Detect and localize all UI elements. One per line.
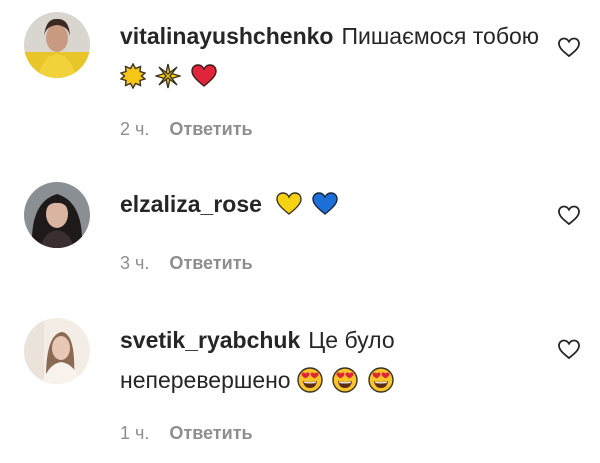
- heart-eyes-emoji: [368, 367, 394, 393]
- heart-eyes-emoji: [332, 367, 359, 393]
- comment-username[interactable]: elzaliza_rose: [120, 191, 262, 217]
- reply-button[interactable]: Ответить: [169, 253, 252, 273]
- comment-text: elzaliza_rose: [120, 184, 540, 224]
- sun-emoji: [120, 63, 146, 89]
- comment-time: 2 ч.: [120, 119, 150, 139]
- comment-time: 3 ч.: [120, 253, 150, 273]
- like-heart-icon[interactable]: [557, 36, 581, 58]
- comment-text: vitalinayushchenko Пишаємося тобою: [120, 16, 540, 96]
- avatar[interactable]: [24, 182, 90, 248]
- avatar[interactable]: [24, 12, 90, 78]
- comment-time: 1 ч.: [120, 423, 150, 443]
- blue-heart-emoji: [312, 192, 338, 215]
- comment-username[interactable]: svetik_ryabchuk: [120, 327, 300, 353]
- like-heart-icon[interactable]: [557, 338, 581, 360]
- comment-meta: 3 ч. Ответить: [120, 252, 253, 274]
- heart-eyes-emoji: [297, 367, 323, 393]
- like-heart-icon[interactable]: [557, 204, 581, 226]
- comment-meta: 1 ч. Ответить: [120, 422, 253, 444]
- reply-button[interactable]: Ответить: [169, 119, 252, 139]
- comment-username[interactable]: vitalinayushchenko: [120, 23, 333, 49]
- avatar[interactable]: [24, 318, 90, 384]
- red-heart-emoji: [191, 64, 217, 87]
- sparkle-emoji: [155, 63, 182, 89]
- comment-text: svetik_ryabchuk Це було неперевершено: [120, 320, 540, 400]
- comment-meta: 2 ч. Ответить: [120, 118, 253, 140]
- comment-body: Пишаємося тобою: [341, 23, 540, 49]
- reply-button[interactable]: Ответить: [169, 423, 252, 443]
- yellow-heart-emoji: [276, 192, 303, 215]
